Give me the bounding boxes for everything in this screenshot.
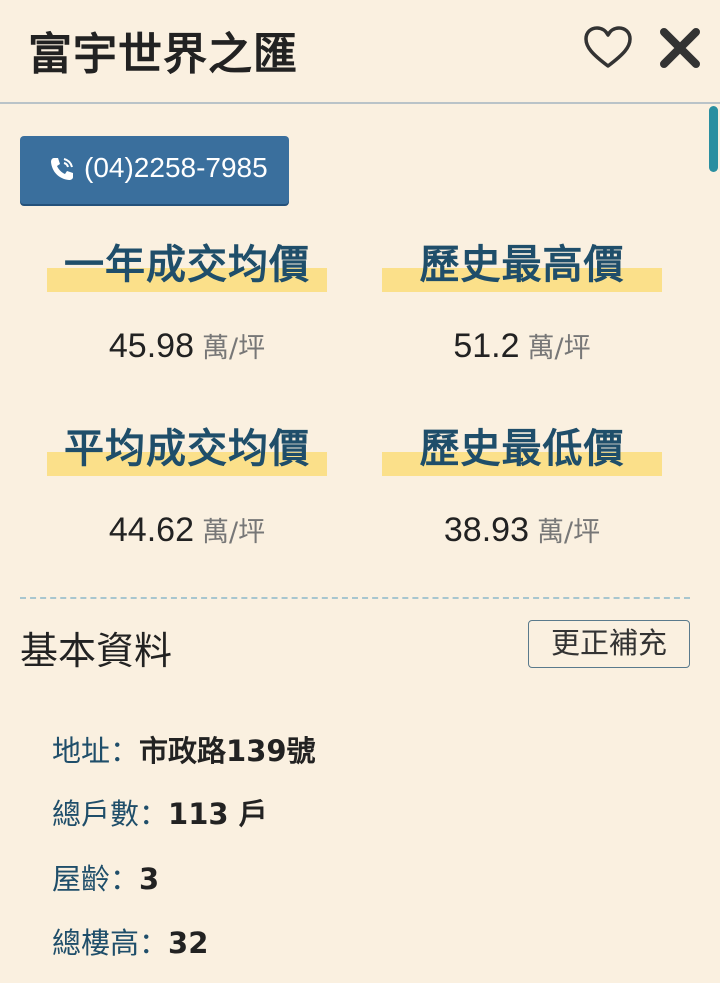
stat-label: 歷史最低價 bbox=[419, 426, 625, 472]
heart-icon[interactable] bbox=[582, 24, 634, 72]
stat-label: 歷史最高價 bbox=[419, 242, 625, 288]
section-divider bbox=[20, 597, 690, 599]
info-value: 3 bbox=[139, 862, 160, 896]
stat-value: 51.2 bbox=[453, 327, 520, 365]
info-key: 地址： bbox=[52, 734, 140, 768]
stat-unit: 萬/坪 bbox=[201, 517, 266, 548]
info-key: 總樓高： bbox=[52, 926, 169, 960]
info-value: 市政路139號 bbox=[139, 734, 316, 768]
info-key: 總戶數： bbox=[52, 797, 169, 831]
info-row-floors: 總樓高：32 bbox=[52, 920, 208, 960]
section-title: 基本資料 bbox=[20, 629, 173, 673]
phone-icon bbox=[48, 155, 76, 183]
info-key: 屋齡： bbox=[52, 862, 140, 896]
stat-value: 45.98 bbox=[108, 327, 194, 365]
phone-number: (04)2258-7985 bbox=[84, 152, 268, 183]
page-title: 富宇世界之匯 bbox=[28, 29, 298, 80]
stat-value: 44.62 bbox=[108, 511, 194, 549]
stat-unit: 萬/坪 bbox=[527, 333, 591, 364]
stat-value: 38.93 bbox=[443, 511, 529, 549]
stat-average: 平均成交均價 44.62 萬/坪 bbox=[47, 416, 327, 550]
call-button[interactable]: (04)2258-7985 bbox=[20, 136, 289, 204]
stat-label: 一年成交均價 bbox=[64, 242, 310, 288]
stat-unit: 萬/坪 bbox=[536, 517, 601, 548]
stat-history-high: 歷史最高價 51.2 萬/坪 bbox=[382, 232, 662, 366]
edit-supplement-button[interactable]: 更正補充 bbox=[528, 620, 690, 668]
stat-history-low: 歷史最低價 38.93 萬/坪 bbox=[382, 416, 662, 550]
info-row-age: 屋齡：3 bbox=[52, 856, 159, 896]
header-bar: 富宇世界之匯 bbox=[0, 0, 720, 104]
stat-unit: 萬/坪 bbox=[201, 333, 266, 364]
stat-label: 平均成交均價 bbox=[64, 426, 310, 472]
info-row-address: 地址：市政路139號 bbox=[52, 728, 316, 768]
info-value: 113 戶 bbox=[168, 797, 268, 831]
close-icon[interactable] bbox=[656, 24, 704, 72]
stat-one-year-avg: 一年成交均價 45.98 萬/坪 bbox=[47, 232, 327, 366]
scrollbar-thumb[interactable] bbox=[709, 106, 718, 172]
info-value: 32 bbox=[168, 926, 209, 960]
info-row-households: 總戶數：113 戶 bbox=[52, 791, 268, 831]
